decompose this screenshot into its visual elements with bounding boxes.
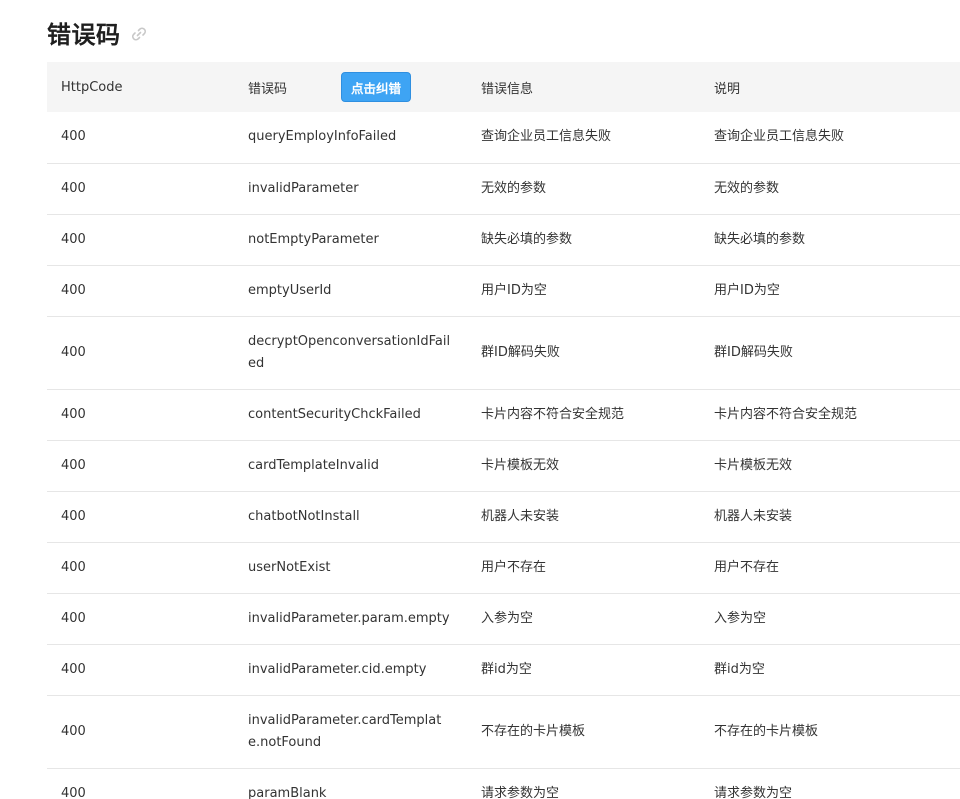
cell-error-code: invalidParameter.cid.empty [248,661,427,677]
cell-error-code: invalidParameter [248,180,359,196]
cell-error-message: 无效的参数 [481,180,547,196]
table-row: 400 userNotExist 用户不存在 用户不存在 [47,542,960,593]
table-row: 400 paramBlank 请求参数为空 请求参数为空 [47,768,960,799]
cell-description: 无效的参数 [714,180,780,196]
table-row: 400 invalidParameter 无效的参数 无效的参数 [47,163,960,214]
header-description: 说明 [714,81,741,97]
cell-error-code: userNotExist [248,559,331,575]
cell-description: 查询企业员工信息失败 [714,129,845,145]
cell-error-code: decryptOpenconversationIdFailed [248,333,451,371]
table-body: 400 queryEmployInfoFailed 查询企业员工信息失败 查询企业员工… [47,112,960,799]
cell-error-message: 群id为空 [481,661,532,677]
cell-error-message: 用户ID为空 [481,282,547,298]
cell-description: 请求参数为空 [714,785,793,799]
cell-error-message: 缺失必填的参数 [481,231,573,247]
cell-httpcode: 400 [61,785,86,799]
cell-description: 不存在的卡片模板 [714,723,819,739]
cell-httpcode: 400 [61,457,86,473]
header-error-message: 错误信息 [481,81,534,97]
cell-httpcode: 400 [61,180,86,196]
cell-httpcode: 400 [61,610,86,626]
cell-description: 用户不存在 [714,559,780,575]
cell-error-code: cardTemplateInvalid [248,457,380,473]
cell-description: 群id为空 [714,661,765,677]
section-title: 错误码 [47,20,121,49]
cell-error-message: 入参为空 [481,610,534,626]
cell-description: 群ID解码失败 [714,344,793,360]
cell-error-message: 查询企业员工信息失败 [481,129,612,145]
cell-error-message: 卡片模板无效 [481,457,560,473]
table-row: 400 cardTemplateInvalid 卡片模板无效 卡片模板无效 [47,440,960,491]
cell-httpcode: 400 [61,282,86,298]
table-row: 400 invalidParameter.cardTemplate.notFoun… [47,695,960,768]
cell-httpcode: 400 [61,231,86,247]
error-code-table: HttpCode 错误码 点击纠错 错误信息 说明 400 queryEmploy… [47,62,960,799]
cell-httpcode: 400 [61,559,86,575]
table-header-row: HttpCode 错误码 点击纠错 错误信息 说明 [47,62,960,112]
header-httpcode: HttpCode [61,79,123,95]
cell-error-message: 用户不存在 [481,559,547,575]
cell-error-code: invalidParameter.cardTemplate.notFound [248,712,442,750]
report-error-button[interactable]: 点击纠错 [341,72,411,102]
cell-error-code: contentSecurityChckFailed [248,406,421,422]
cell-httpcode: 400 [61,508,86,524]
cell-description: 机器人未安装 [714,508,793,524]
cell-error-code: chatbotNotInstall [248,508,360,524]
table-row: 400 notEmptyParameter 缺失必填的参数 缺失必填的参数 [47,214,960,265]
header-error-code-label: 错误码 [248,81,288,97]
table-row: 400 decryptOpenconversationIdFailed 群ID解码失… [47,316,960,389]
table-row: 400 contentSecurityChckFailed 卡片内容不符合安全规范 卡… [47,389,960,440]
cell-error-message: 卡片内容不符合安全规范 [481,406,625,422]
cell-description: 入参为空 [714,610,767,626]
cell-error-code: notEmptyParameter [248,231,379,247]
table-row: 400 queryEmployInfoFailed 查询企业员工信息失败 查询企业员工… [47,112,960,163]
table-row: 400 chatbotNotInstall 机器人未安装 机器人未安装 [47,491,960,542]
cell-error-message: 请求参数为空 [481,785,560,799]
header-error-code: 错误码 点击纠错 [234,62,467,112]
cell-httpcode: 400 [61,406,86,422]
cell-error-code: paramBlank [248,785,327,799]
cell-description: 卡片模板无效 [714,457,793,473]
cell-error-message: 不存在的卡片模板 [481,723,586,739]
link-icon[interactable] [129,24,149,44]
cell-description: 用户ID为空 [714,282,780,298]
cell-description: 缺失必填的参数 [714,231,806,247]
cell-httpcode: 400 [61,344,86,360]
page: 错误码 HttpCode 错误码 点击纠错 错误信息 说明 400 queryE… [0,0,960,799]
cell-description: 卡片内容不符合安全规范 [714,406,858,422]
cell-error-code: queryEmployInfoFailed [248,129,397,145]
section-heading: 错误码 [47,14,149,50]
table-row: 400 invalidParameter.cid.empty 群id为空 群id为空 [47,644,960,695]
table-row: 400 emptyUserId 用户ID为空 用户ID为空 [47,265,960,316]
cell-httpcode: 400 [61,661,86,677]
cell-error-message: 机器人未安装 [481,508,560,524]
cell-httpcode: 400 [61,129,86,145]
table-row: 400 invalidParameter.param.empty 入参为空 入参为空 [47,593,960,644]
cell-httpcode: 400 [61,723,86,739]
cell-error-code: invalidParameter.param.empty [248,610,450,626]
cell-error-code: emptyUserId [248,282,332,298]
cell-error-message: 群ID解码失败 [481,344,560,360]
